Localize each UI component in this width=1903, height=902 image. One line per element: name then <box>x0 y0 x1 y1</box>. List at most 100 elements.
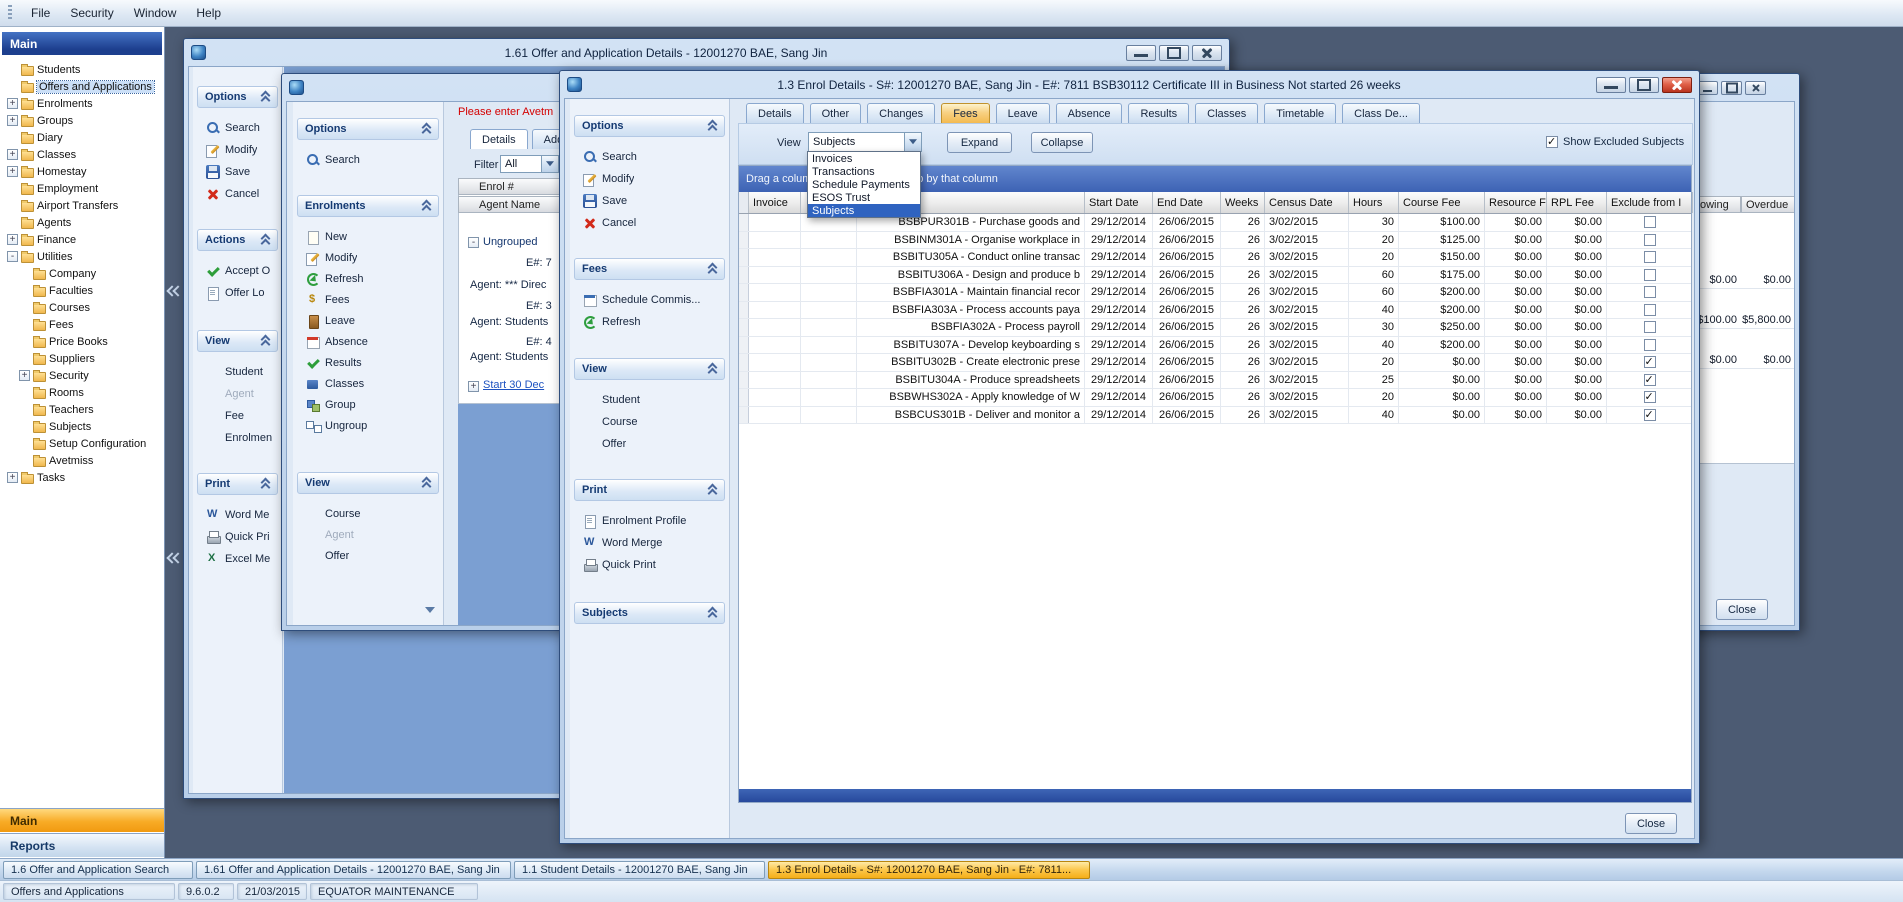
panel-item-enrolment-profile[interactable]: Enrolment Profile <box>574 510 725 532</box>
column-header-start-date[interactable]: Start Date <box>1085 192 1153 213</box>
menu-window[interactable]: Window <box>124 0 187 26</box>
taskbar-item-1[interactable]: 1.6 Offer and Application Search <box>3 861 193 879</box>
exclude-checkbox[interactable] <box>1644 216 1656 228</box>
tree-expand-icon[interactable]: + <box>7 472 18 483</box>
panel-item-enrolmen[interactable]: Enrolmen <box>197 427 278 449</box>
sidebar-item-courses[interactable]: Courses <box>2 299 163 316</box>
collapse-sidebar-icon[interactable] <box>167 551 182 565</box>
sidebar-item-groups[interactable]: +Groups <box>2 112 163 129</box>
tab-changes[interactable]: Changes <box>867 103 935 123</box>
panel-item-leave[interactable]: Leave <box>297 310 439 331</box>
dropdown-arrow-icon[interactable] <box>904 133 921 151</box>
table-row[interactable]: BSBITU306A - Design and produce b29/12/2… <box>739 267 1691 285</box>
table-row[interactable]: BSBCUS301B - Deliver and monitor a29/12/… <box>739 407 1691 425</box>
panel-item-absence[interactable]: Absence <box>297 331 439 352</box>
panel-item-fee[interactable]: Fee <box>197 405 278 427</box>
panel-item-cancel[interactable]: Cancel <box>574 212 725 234</box>
panel-header-view[interactable]: View <box>574 358 725 380</box>
view-option-schedule-payments[interactable]: Schedule Payments <box>808 178 920 191</box>
tree-expand-icon[interactable]: + <box>7 115 18 126</box>
view-option-transactions[interactable]: Transactions <box>808 165 920 178</box>
sidebar-item-subjects[interactable]: Subjects <box>2 418 163 435</box>
exclude-checkbox[interactable] <box>1644 339 1656 351</box>
panel-header-enrolments[interactable]: Enrolments <box>297 195 439 217</box>
sidebar-item-utilities[interactable]: -Utilities <box>2 248 163 265</box>
panel-item-search[interactable]: Search <box>197 117 278 139</box>
exclude-checkbox[interactable] <box>1644 304 1656 316</box>
exclude-checkbox[interactable] <box>1644 409 1656 421</box>
close-button[interactable] <box>1745 81 1766 95</box>
collapse-button[interactable]: Collapse <box>1031 132 1093 153</box>
sidebar-item-suppliers[interactable]: Suppliers <box>2 350 163 367</box>
panel-item-student[interactable]: Student <box>574 389 725 411</box>
view-dropdown[interactable]: Subjects <box>808 132 922 152</box>
tree-expand-icon[interactable]: + <box>19 370 30 381</box>
panel-item-excel-me[interactable]: Excel Me <box>197 548 278 570</box>
list-item-agent[interactable]: Agent: Students <box>470 351 548 363</box>
panel-header-fees[interactable]: Fees <box>574 258 725 280</box>
tree-expand-icon[interactable]: + <box>7 234 18 245</box>
sidebar-item-company[interactable]: Company <box>2 265 163 282</box>
exclude-checkbox[interactable] <box>1644 286 1656 298</box>
column-header-weeks[interactable]: Weeks <box>1221 192 1265 213</box>
panel-item-classes[interactable]: Classes <box>297 373 439 394</box>
panel-item-student[interactable]: Student <box>197 361 278 383</box>
tab-details[interactable]: Details <box>746 103 804 123</box>
panel-item-modify[interactable]: Modify <box>197 139 278 161</box>
list-item-enrol[interactable]: E#: 3 <box>526 300 552 312</box>
column-header-rpl-fee[interactable]: RPL Fee <box>1547 192 1607 213</box>
exclude-checkbox[interactable] <box>1644 321 1656 333</box>
sidebar-item-students[interactable]: Students <box>2 61 163 78</box>
taskbar-item-4[interactable]: 1.3 Enrol Details - S#: 12001270 BAE, Sa… <box>768 861 1090 879</box>
panel-item-schedule-commis[interactable]: Schedule Commis... <box>574 289 725 311</box>
expand-button[interactable]: Expand <box>947 132 1012 153</box>
taskbar-item-2[interactable]: 1.61 Offer and Application Details - 120… <box>196 861 511 879</box>
panel-item-save[interactable]: Save <box>574 190 725 212</box>
panel-item-search[interactable]: Search <box>297 149 439 170</box>
panel-item-search[interactable]: Search <box>574 146 725 168</box>
panel-item-course[interactable]: Course <box>297 503 439 524</box>
menu-file[interactable]: File <box>21 0 60 26</box>
sidebar-item-finance[interactable]: +Finance <box>2 231 163 248</box>
show-excluded-checkbox[interactable] <box>1546 136 1558 148</box>
panel-item-new[interactable]: New <box>297 226 439 247</box>
panel-header-options[interactable]: Options <box>574 115 725 137</box>
column-header-resource-fe[interactable]: Resource Fe <box>1485 192 1547 213</box>
table-row[interactable]: BSBITU302B - Create electronic prese29/1… <box>739 354 1691 372</box>
sidebar-item-teachers[interactable]: Teachers <box>2 401 163 418</box>
panel-item-group[interactable]: Group <box>297 394 439 415</box>
scroll-down-icon[interactable] <box>425 607 435 618</box>
dropdown-arrow-icon[interactable] <box>541 156 558 172</box>
sidebar-item-classes[interactable]: +Classes <box>2 146 163 163</box>
close-button[interactable] <box>1662 77 1692 93</box>
sidebar-item-homestay[interactable]: +Homestay <box>2 163 163 180</box>
tree-expand-icon[interactable]: + <box>7 149 18 160</box>
minimize-button[interactable] <box>1126 45 1156 61</box>
exclude-checkbox[interactable] <box>1644 234 1656 246</box>
menu-security[interactable]: Security <box>60 0 123 26</box>
group-row[interactable]: Ungrouped <box>483 236 537 248</box>
view-option-invoices[interactable]: Invoices <box>808 152 920 165</box>
column-header-invoice[interactable]: Invoice <box>749 192 801 213</box>
column-header-course-fee[interactable]: Course Fee <box>1399 192 1485 213</box>
sidebar-item-tasks[interactable]: +Tasks <box>2 469 163 486</box>
table-row[interactable]: BSBWHS302A - Apply knowledge of W29/12/2… <box>739 389 1691 407</box>
column-header-owing[interactable]: owing <box>1695 196 1741 213</box>
tab-timetable[interactable]: Timetable <box>1264 103 1336 123</box>
sidebar-item-enrolments[interactable]: +Enrolments <box>2 95 163 112</box>
tab-absence[interactable]: Absence <box>1056 103 1123 123</box>
column-header-exclude-from-i[interactable]: Exclude from I <box>1607 192 1693 213</box>
column-header-overdue[interactable]: Overdue <box>1741 196 1795 213</box>
panel-item-offer[interactable]: Offer <box>574 433 725 455</box>
panel-header-print[interactable]: Print <box>197 473 278 495</box>
panel-header-options[interactable]: Options <box>297 118 439 140</box>
tab-classes[interactable]: Classes <box>1195 103 1258 123</box>
sidebar-item-rooms[interactable]: Rooms <box>2 384 163 401</box>
panel-item-save[interactable]: Save <box>197 161 278 183</box>
sidebar-item-setup-configuration[interactable]: Setup Configuration <box>2 435 163 452</box>
taskbar-item-3[interactable]: 1.1 Student Details - 12001270 BAE, Sang… <box>514 861 765 879</box>
start-date-link[interactable]: Start 30 Dec <box>483 379 544 391</box>
tree-expand-icon[interactable]: - <box>7 251 18 262</box>
sidebar-item-agents[interactable]: Agents <box>2 214 163 231</box>
sidebar-item-fees[interactable]: Fees <box>2 316 163 333</box>
